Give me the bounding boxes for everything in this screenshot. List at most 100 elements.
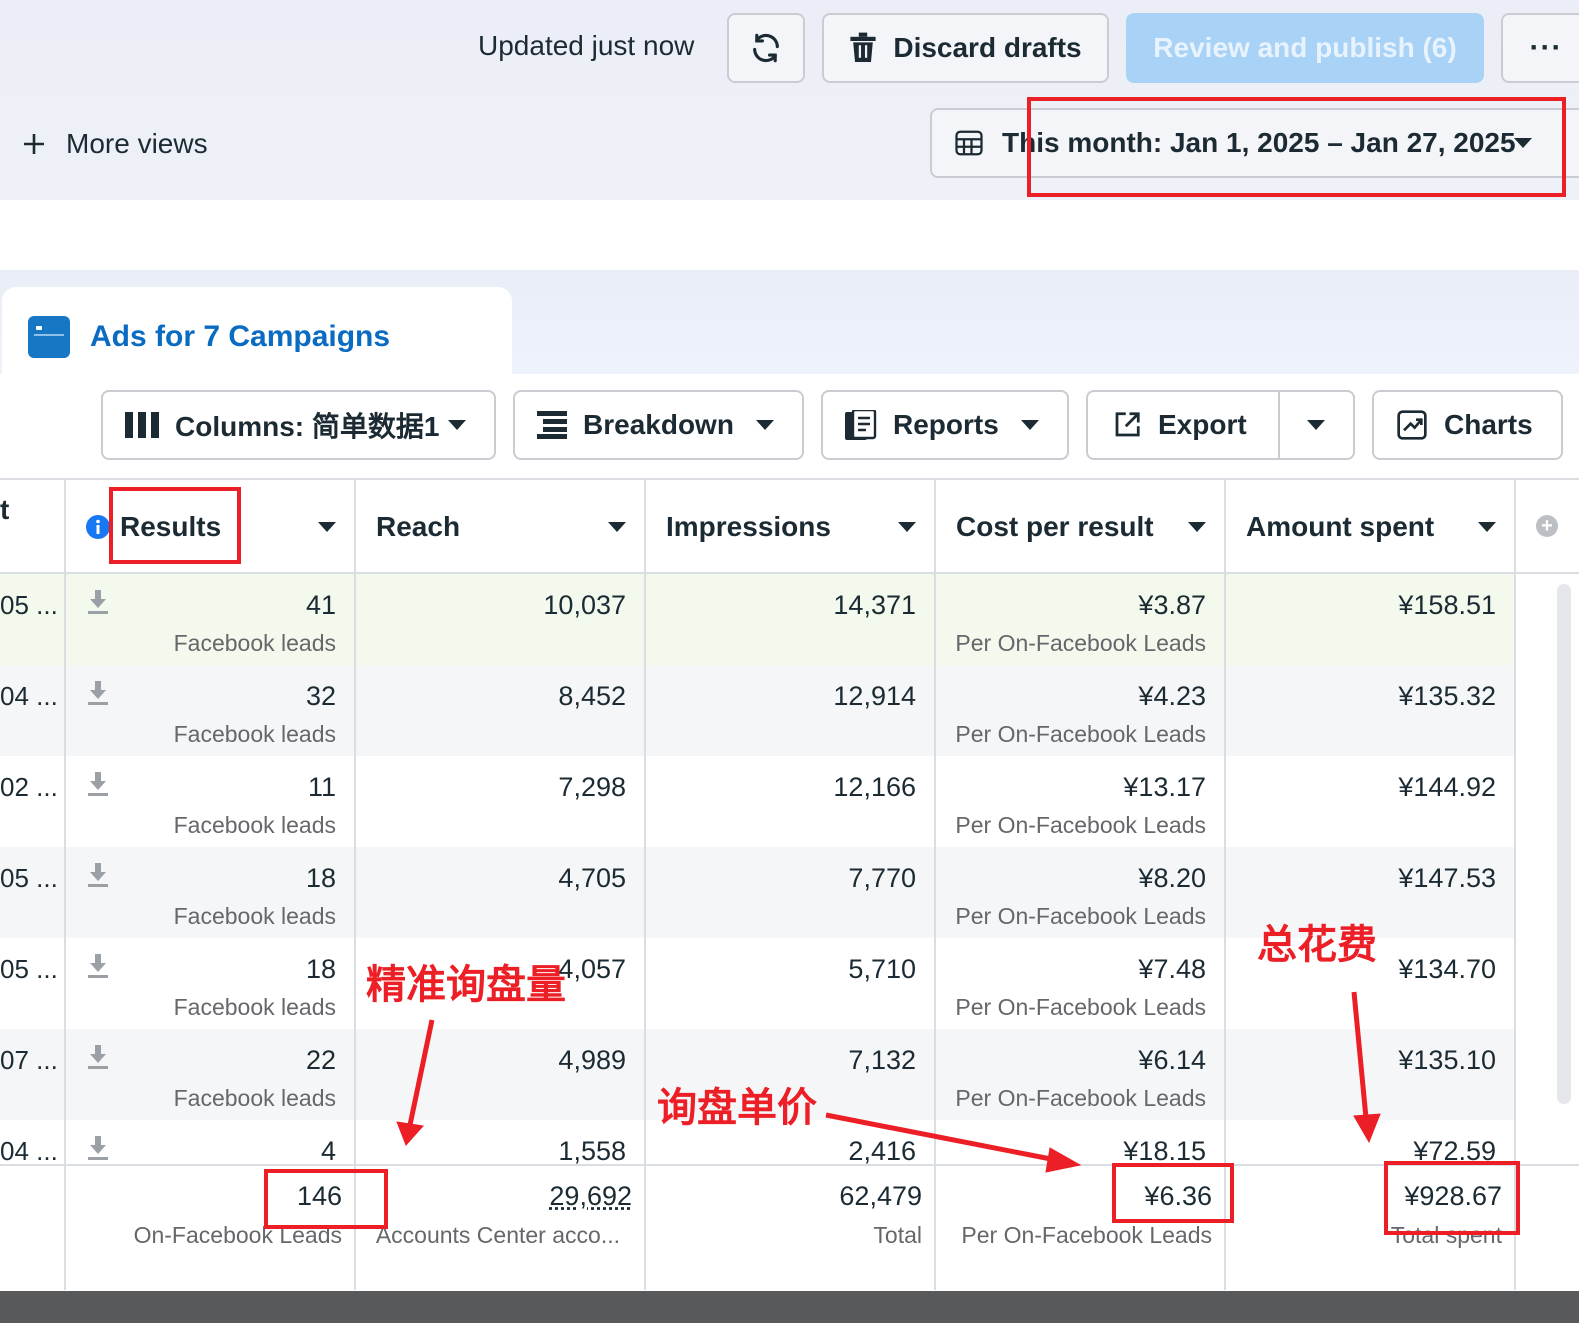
total-reach-sub: Accounts Center acco...: [375, 1222, 620, 1248]
row-reach: 4,989: [558, 1045, 626, 1075]
row-name-fragment: 04 ...: [0, 1136, 58, 1166]
tab-ads[interactable]: Ads for 7 Campaigns: [2, 287, 512, 387]
row-reach: 1,558: [558, 1136, 626, 1166]
ads-icon: [28, 316, 70, 358]
annotation-box-date: [1027, 97, 1566, 197]
reports-button[interactable]: Reports: [821, 390, 1069, 460]
annotation-box-total-results: [264, 1169, 388, 1229]
row-impressions: 7,770: [848, 863, 916, 893]
more-options-button[interactable]: ···: [1501, 13, 1579, 83]
row-results-sub: Facebook leads: [173, 994, 336, 1020]
updated-status: Updated just now: [478, 30, 695, 61]
row-results-sub: Facebook leads: [173, 721, 336, 747]
row-cost-sub: Per On-Facebook Leads: [955, 1085, 1206, 1111]
cut-header-fragment: t: [0, 494, 10, 525]
columns-button[interactable]: Columns: 简单数据1: [101, 390, 496, 460]
row-cost-sub: Per On-Facebook Leads: [955, 903, 1206, 929]
charts-label: Charts: [1444, 409, 1533, 440]
header-impressions-label: Impressions: [666, 511, 831, 542]
row-impressions: 7,132: [848, 1045, 916, 1075]
refresh-icon: [753, 33, 779, 63]
row-spent: ¥135.10: [1398, 1045, 1496, 1075]
annotation-box-total-spent: [1384, 1161, 1520, 1235]
row-results: 4: [320, 1136, 336, 1166]
row-results: 41: [305, 590, 336, 620]
sort-caret-icon[interactable]: [898, 522, 916, 532]
row-cost: ¥13.17: [1123, 772, 1206, 802]
charts-button[interactable]: Charts: [1372, 390, 1563, 460]
total-impressions-sub: Total: [873, 1222, 922, 1248]
export-dropdown-icon[interactable]: [1307, 420, 1325, 430]
row-cost-sub: Per On-Facebook Leads: [955, 994, 1206, 1020]
row-impressions: 2,416: [848, 1136, 916, 1166]
annotation-total-spend: 总花费: [1257, 922, 1377, 968]
header-spent-label: Amount spent: [1246, 511, 1435, 542]
row-cost: ¥6.14: [1138, 1045, 1206, 1075]
calendar-icon: [955, 130, 983, 156]
row-results: 32: [305, 681, 336, 711]
row-results-sub: Facebook leads: [173, 630, 336, 656]
spacer: [0, 200, 1579, 270]
row-impressions: 12,914: [833, 681, 916, 711]
sort-caret-icon[interactable]: [608, 522, 626, 532]
export-button[interactable]: Export: [1086, 390, 1355, 460]
row-name-fragment: 05 ...: [0, 954, 58, 984]
row-cost: ¥4.23: [1138, 681, 1206, 711]
row-impressions: 5,710: [848, 954, 916, 984]
header-reach[interactable]: Reach: [356, 480, 644, 574]
plus-icon: [24, 134, 44, 154]
sort-caret-icon[interactable]: [318, 522, 336, 532]
annotation-unit-price: 询盘单价: [657, 1085, 817, 1131]
review-publish-button[interactable]: Review and publish (6): [1126, 13, 1484, 83]
header-amount-spent[interactable]: Amount spent: [1226, 480, 1514, 574]
add-column-icon[interactable]: +: [1536, 515, 1558, 537]
more-views-button[interactable]: More views: [22, 128, 208, 160]
breakdown-button[interactable]: Breakdown: [513, 390, 804, 460]
chevron-down-icon: [1021, 420, 1039, 430]
row-cost-sub: Per On-Facebook Leads: [955, 721, 1206, 747]
total-reach: 29,692: [549, 1181, 632, 1211]
discard-drafts-label: Discard drafts: [893, 32, 1082, 63]
row-cost: ¥8.20: [1138, 863, 1206, 893]
total-cost-sub: Per On-Facebook Leads: [961, 1222, 1212, 1248]
row-results-sub: Facebook leads: [173, 1085, 336, 1111]
export-label: Export: [1158, 409, 1247, 440]
reports-icon: [845, 410, 877, 440]
chevron-down-icon: [448, 420, 466, 430]
info-icon[interactable]: [86, 515, 110, 539]
row-cost: ¥3.87: [1138, 590, 1206, 620]
row-reach: 10,037: [543, 590, 626, 620]
row-impressions: 12,166: [833, 772, 916, 802]
header-impressions[interactable]: Impressions: [646, 480, 934, 574]
row-results: 22: [305, 1045, 336, 1075]
row-cost-sub: Per On-Facebook Leads: [955, 630, 1206, 656]
vertical-scrollbar[interactable]: [1557, 584, 1571, 1104]
row-name-fragment: 02 ...: [0, 772, 58, 802]
annotation-leads: 精准询盘量: [366, 962, 566, 1008]
annotation-box-total-cost: [1112, 1163, 1234, 1223]
row-reach: 8,452: [558, 681, 626, 711]
refresh-button[interactable]: [727, 13, 805, 83]
row-spent: ¥147.53: [1398, 863, 1496, 893]
row-name-fragment: 05 ...: [0, 590, 58, 620]
row-results-sub: Facebook leads: [173, 903, 336, 929]
row-results: 11: [307, 772, 336, 802]
export-icon: [1115, 412, 1140, 437]
row-results: 18: [305, 863, 336, 893]
horizontal-scrollbar[interactable]: [0, 1291, 1579, 1323]
sort-caret-icon[interactable]: [1188, 522, 1206, 532]
more-views-label: More views: [66, 128, 208, 159]
header-cost-per-result[interactable]: Cost per result: [936, 480, 1224, 574]
trash-icon: [850, 32, 876, 62]
row-impressions: 14,371: [833, 590, 916, 620]
discard-drafts-button[interactable]: Discard drafts: [822, 13, 1109, 83]
sort-caret-icon[interactable]: [1478, 522, 1496, 532]
row-spent: ¥144.92: [1398, 772, 1496, 802]
row-name-fragment: 05 ...: [0, 863, 58, 893]
more-icon: ···: [1529, 31, 1563, 64]
row-reach: 7,298: [558, 772, 626, 802]
columns-icon: [125, 412, 159, 438]
reports-label: Reports: [893, 409, 999, 440]
breakdown-label: Breakdown: [583, 409, 734, 440]
review-publish-label: Review and publish (6): [1153, 32, 1457, 63]
